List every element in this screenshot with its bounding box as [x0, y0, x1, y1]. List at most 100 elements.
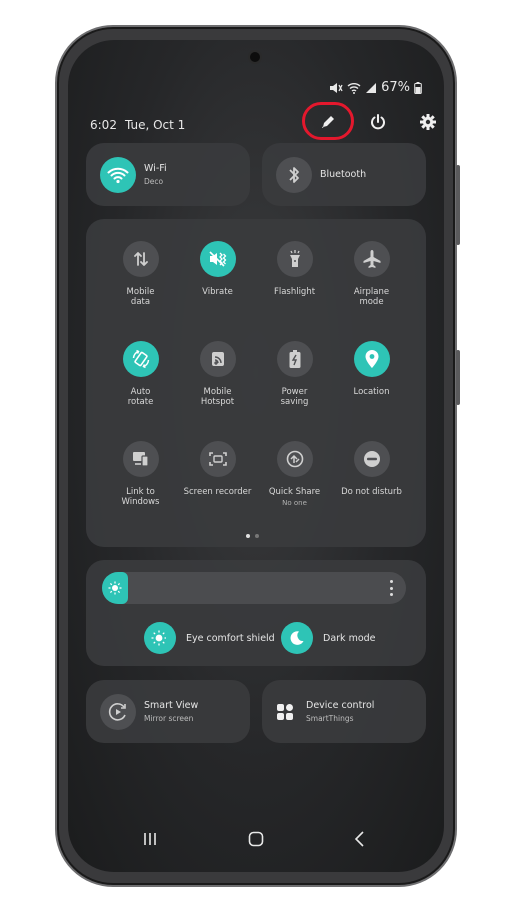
tile-circle: [353, 341, 390, 377]
tile-label: Mobile Hotspot: [200, 387, 235, 407]
signal-icon: [366, 82, 377, 93]
wifi-icon: [107, 167, 129, 183]
tile-circle: [199, 441, 236, 477]
wifi-toggle: [100, 156, 136, 193]
tile-label: Flashlight: [273, 287, 316, 297]
tile-airplane[interactable]: Airplane mode: [333, 241, 410, 321]
more-dot: [390, 580, 393, 583]
recent-apps-button[interactable]: [135, 824, 165, 854]
tile-label: Airplane mode: [353, 287, 390, 307]
smart-view-tile[interactable]: Smart View Mirror screen: [86, 680, 250, 743]
tile-quick-share[interactable]: Quick Share No one: [256, 441, 333, 521]
front-camera: [248, 50, 262, 64]
hotspot-icon: [211, 352, 224, 366]
link-windows-icon: [132, 452, 149, 467]
tile-label: Location: [353, 387, 390, 397]
panel-header: 6:02 Tue, Oct 1: [90, 102, 436, 140]
tile-mobile-hotspot[interactable]: Mobile Hotspot: [179, 341, 256, 421]
page-dot-2[interactable]: [255, 534, 259, 538]
tile-circle: [199, 341, 236, 377]
flashlight-icon: [289, 250, 300, 267]
status-bar: 67%: [329, 80, 422, 95]
navigation-bar: [68, 824, 444, 854]
tile-label: Power saving: [280, 387, 309, 407]
tile-label: Auto rotate: [127, 387, 154, 407]
device-control-sublabel: SmartThings: [306, 714, 354, 723]
power-menu-button[interactable]: [364, 108, 392, 136]
tile-circle: [122, 241, 159, 277]
highlight-ring: [302, 102, 354, 140]
eye-comfort-toggle[interactable]: Eye comfort shield: [144, 622, 275, 654]
wifi-label: Wi-Fi: [144, 163, 167, 174]
gear-icon: [420, 114, 436, 130]
bluetooth-label: Bluetooth: [320, 169, 367, 180]
tile-label: Vibrate: [202, 287, 233, 297]
battery-percent: 67%: [381, 80, 410, 95]
tile-mobile-data[interactable]: Mobile data: [102, 241, 179, 321]
tile-circle: [353, 441, 390, 477]
clock: 6:02: [90, 118, 117, 132]
tile-circle: [353, 241, 390, 277]
tile-do-not-disturb[interactable]: Do not disturb: [333, 441, 410, 521]
home-icon: [248, 831, 264, 847]
power-saving-icon: [289, 350, 300, 368]
eye-comfort-circle: [144, 622, 176, 654]
smart-view-circle: [100, 693, 136, 730]
power-icon: [371, 114, 385, 130]
smart-view-sublabel: Mirror screen: [144, 714, 194, 723]
dark-mode-toggle[interactable]: Dark mode: [281, 622, 376, 654]
more-dot: [390, 586, 393, 590]
page-dot-1[interactable]: [246, 534, 250, 538]
page-indicator: [246, 534, 259, 538]
device-control-icon: [277, 703, 293, 720]
edit-button[interactable]: [302, 102, 354, 140]
bluetooth-toggle: [276, 156, 312, 193]
quick-share-icon: [286, 450, 303, 468]
dark-mode-circle: [281, 622, 313, 654]
tile-screen-recorder[interactable]: Screen recorder: [179, 441, 256, 521]
vibrate-icon: [208, 251, 226, 267]
tile-power-saving[interactable]: Power saving: [256, 341, 333, 421]
smart-view-label: Smart View: [144, 700, 199, 711]
recent-apps-icon: [144, 833, 156, 845]
location-icon: [365, 350, 378, 368]
power-side-button: [456, 350, 460, 405]
bluetooth-icon: [289, 166, 299, 183]
display-panel: Eye comfort shield Dark mode: [86, 560, 426, 666]
quick-settings-panel: Mobile data Vibrate Flashlight Airplane …: [86, 219, 426, 547]
eye-comfort-icon: [151, 630, 166, 646]
tile-circle: [199, 241, 236, 277]
dark-mode-icon: [290, 631, 304, 645]
tile-vibrate[interactable]: Vibrate: [179, 241, 256, 321]
brightness-slider[interactable]: [102, 572, 406, 604]
tile-link-to-windows[interactable]: Link to Windows: [102, 441, 179, 521]
tile-circle: [122, 341, 159, 377]
more-dot: [390, 593, 393, 596]
wifi-status-icon: [347, 82, 361, 94]
brightness-fill[interactable]: [102, 572, 128, 604]
wifi-network: Deco: [144, 177, 164, 186]
tile-auto-rotate[interactable]: Auto rotate: [102, 341, 179, 421]
tile-circle: [122, 441, 159, 477]
tile-label: Mobile data: [126, 287, 155, 307]
tile-sublabel: No one: [282, 499, 307, 507]
airplane-icon: [363, 250, 380, 268]
eye-comfort-label: Eye comfort shield: [186, 632, 275, 644]
settings-button[interactable]: [414, 108, 442, 136]
home-button[interactable]: [241, 824, 271, 854]
bluetooth-tile[interactable]: Bluetooth: [262, 143, 426, 206]
device-control-tile[interactable]: Device control SmartThings: [262, 680, 426, 743]
battery-icon: [414, 81, 422, 94]
wifi-tile[interactable]: Wi-Fi Deco: [86, 143, 250, 206]
brightness-more-button[interactable]: [390, 580, 394, 596]
screen: 67% 6:02 Tue, Oct 1 Wi-Fi Deco Bluetooth…: [68, 40, 444, 872]
screen-recorder-icon: [208, 452, 227, 466]
tile-circle: [276, 241, 313, 277]
tile-location[interactable]: Location: [333, 341, 410, 421]
back-button[interactable]: [345, 824, 375, 854]
tile-circle: [276, 341, 313, 377]
mobile-data-icon: [133, 252, 148, 266]
tile-flashlight[interactable]: Flashlight: [256, 241, 333, 321]
smart-view-icon: [108, 702, 126, 721]
quick-settings-grid: Mobile data Vibrate Flashlight Airplane …: [102, 241, 410, 521]
